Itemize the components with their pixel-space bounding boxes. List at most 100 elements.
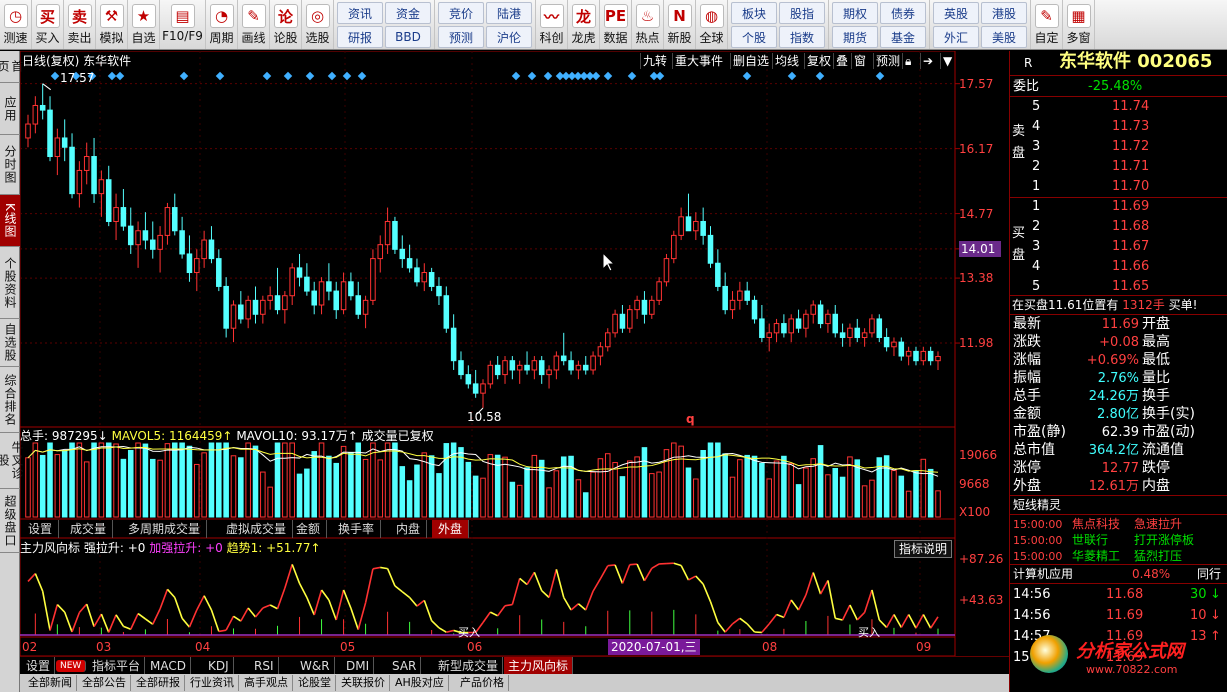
candle-body[interactable] <box>384 220 391 246</box>
news-tab-6[interactable]: 关联报价 <box>337 675 390 691</box>
event-diamond[interactable] <box>787 71 797 81</box>
candle-body[interactable] <box>883 336 890 348</box>
event-diamond[interactable] <box>543 71 553 81</box>
candle-body[interactable] <box>847 327 853 338</box>
candle-body[interactable] <box>854 327 861 338</box>
event-diamond[interactable] <box>815 71 825 81</box>
toolbar-link[interactable]: BBD <box>385 26 431 48</box>
event-diamond[interactable] <box>627 71 637 81</box>
candle-body[interactable] <box>326 281 332 292</box>
candle-body[interactable] <box>560 355 567 362</box>
chart-button-2[interactable]: 删自选 <box>730 53 771 69</box>
sidetab-2[interactable]: 分时图 <box>0 135 20 195</box>
candle-body[interactable] <box>744 290 750 301</box>
candle-body[interactable] <box>693 220 699 232</box>
indicator-help-button[interactable]: 指标说明 <box>894 540 953 558</box>
candle-body[interactable] <box>619 313 626 329</box>
toolbar.items-document-button[interactable]: ▤ F10/F9 <box>160 0 206 49</box>
bottom-tab-3[interactable]: MACD <box>146 657 191 675</box>
arrow-right-icon[interactable]: ➔ <box>920 53 935 69</box>
buy-price[interactable]: 11.68 <box>1112 218 1149 235</box>
event-diamond[interactable] <box>179 71 189 81</box>
event-diamond[interactable] <box>603 71 613 81</box>
buy-price[interactable]: 11.65 <box>1112 278 1149 295</box>
sidetab-5[interactable]: 自选股 <box>0 319 20 367</box>
candle-body[interactable] <box>575 364 582 371</box>
candle-body[interactable] <box>311 290 317 306</box>
candle-body[interactable] <box>671 234 677 260</box>
toolbar.items-chat-button[interactable]: 论论股 <box>270 0 302 49</box>
candle-body[interactable] <box>186 253 193 274</box>
candle-body[interactable] <box>905 350 912 357</box>
chart-button-0[interactable]: 九转 <box>640 53 669 69</box>
candle-body[interactable] <box>803 313 809 329</box>
candle-body[interactable] <box>604 332 611 348</box>
candle-body[interactable] <box>208 239 215 260</box>
toolbar-link[interactable]: 个股 <box>731 26 777 48</box>
candle-body[interactable] <box>32 104 39 125</box>
candle-body[interactable] <box>120 207 127 227</box>
lock-icon[interactable]: 🔒︎ <box>902 53 913 69</box>
candle-body[interactable] <box>781 323 787 334</box>
candle-body[interactable] <box>98 179 105 195</box>
candle-body[interactable] <box>861 332 868 338</box>
toolbar-link[interactable]: 期货 <box>832 26 878 48</box>
candle-body[interactable] <box>216 258 222 287</box>
chart-button-3[interactable]: 均线 <box>772 53 801 69</box>
candle-body[interactable] <box>480 383 486 394</box>
candle-body[interactable] <box>201 239 207 260</box>
volume-tab-5[interactable]: 换手率 <box>332 520 382 538</box>
toolbar.items2-chart-button[interactable]: 〰科创 <box>536 0 568 49</box>
candle-body[interactable] <box>810 304 817 315</box>
candle-body[interactable] <box>340 281 347 311</box>
dropdown-icon[interactable]: ▼ <box>940 53 954 69</box>
candle-body[interactable] <box>656 281 662 301</box>
candle-body[interactable] <box>127 225 134 246</box>
volume-tab-7[interactable]: 外盘 <box>432 520 470 538</box>
sidetab-8[interactable]: 超级盘口 <box>0 489 20 553</box>
candle-body[interactable] <box>597 346 604 357</box>
toolbar-link[interactable]: 指数 <box>779 26 825 48</box>
elf-stock[interactable]: 世联行 <box>1072 532 1108 549</box>
toolbar-link[interactable]: 基金 <box>880 26 926 48</box>
event-marker[interactable]: q <box>686 411 695 427</box>
news-tab-8[interactable]: 产品价格 <box>456 675 509 691</box>
candle-body[interactable] <box>472 383 479 394</box>
volume-tab-3[interactable]: 虚拟成交量 <box>220 520 294 538</box>
candle-body[interactable] <box>920 350 927 362</box>
bottom-tab-2[interactable]: 指标平台 <box>88 657 146 675</box>
news-tab-0[interactable]: 全部新闻 <box>24 675 77 691</box>
candle-body[interactable] <box>502 360 508 376</box>
candle-body[interactable] <box>194 258 200 274</box>
kline-chart-area[interactable]: 日线(复权) 东华软件 九转 重大事件 删自选 均线 复权叠窗预测 🔒︎ ➔ ▼ 17.57 … <box>20 51 1009 656</box>
event-diamond[interactable] <box>357 71 367 81</box>
chart-button-5[interactable]: 叠 <box>833 53 850 69</box>
candle-body[interactable] <box>869 318 875 334</box>
candle-body[interactable] <box>626 309 633 329</box>
candle-body[interactable] <box>76 169 83 195</box>
event-diamond[interactable] <box>262 71 272 81</box>
candle-body[interactable] <box>751 299 758 320</box>
candle-body[interactable] <box>304 276 310 292</box>
news-tab-1[interactable]: 全部公告 <box>78 675 131 691</box>
toolbar-link[interactable]: 预测 <box>438 26 484 48</box>
candle-body[interactable] <box>678 216 684 236</box>
candle-body[interactable] <box>927 350 934 362</box>
toolbar-link[interactable]: 英股 <box>933 2 979 24</box>
toolbar-link[interactable]: 期权 <box>832 2 878 24</box>
candle-body[interactable] <box>61 137 68 148</box>
candle-body[interactable] <box>516 364 523 371</box>
candle-body[interactable] <box>715 262 721 287</box>
toolbar-link[interactable]: 陆港 <box>486 2 532 24</box>
candle-body[interactable] <box>230 304 237 329</box>
candle-body[interactable] <box>333 290 340 311</box>
candle-body[interactable] <box>773 323 780 334</box>
sidetab-4[interactable]: 个股资料 <box>0 247 20 319</box>
candle-body[interactable] <box>149 239 156 250</box>
candle-body[interactable] <box>171 207 178 232</box>
chart-button-1[interactable]: 重大事件 <box>672 53 725 69</box>
candle-body[interactable] <box>891 341 897 348</box>
event-diamond[interactable] <box>655 71 665 81</box>
candle-body[interactable] <box>487 364 494 385</box>
toolbar-link[interactable]: 外汇 <box>933 26 979 48</box>
